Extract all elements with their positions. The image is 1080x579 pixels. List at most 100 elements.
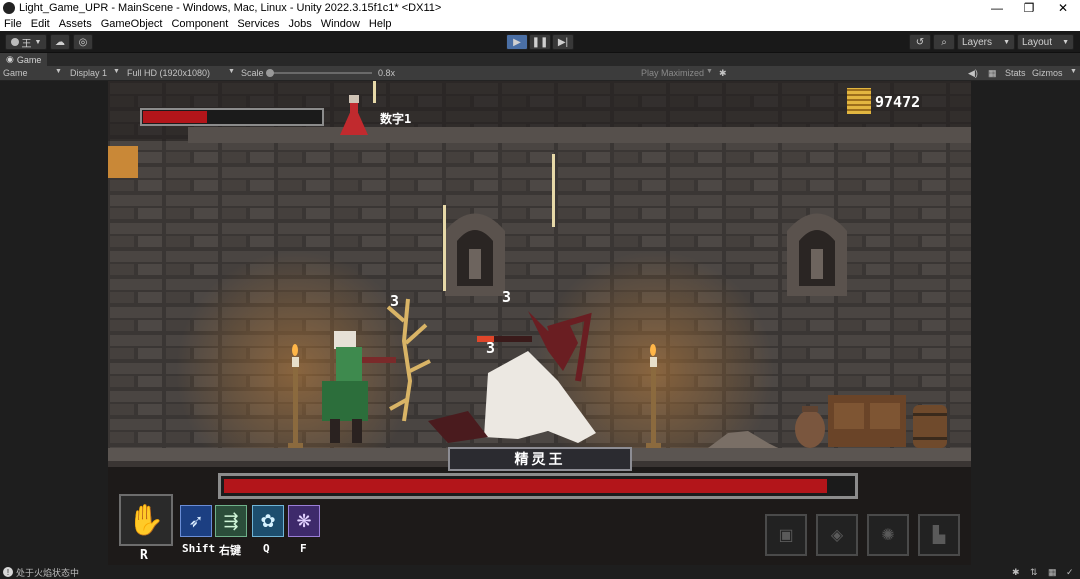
account-icon (10, 38, 19, 46)
search-button[interactable]: ⌕ (933, 34, 955, 50)
cloud-icon: ☁ (55, 36, 65, 48)
network-icon[interactable]: ⇅ (1030, 567, 1038, 578)
chest-icon: ▣ (778, 527, 794, 544)
menu-jobs[interactable]: Jobs (289, 18, 312, 30)
tab-game[interactable]: ◉ Game (0, 53, 48, 66)
layers-label: Layers (962, 36, 993, 48)
damage-number: 3 (390, 292, 400, 310)
menu-assets[interactable]: Assets (59, 18, 92, 30)
chevron-down-icon: ▼ (1003, 38, 1010, 46)
title-bar: Light_Game_UPR - MainScene - Windows, Ma… (0, 0, 1080, 16)
skill-slot-shift[interactable]: ➶ (180, 505, 212, 537)
audio-icon[interactable]: ◀) (968, 68, 978, 79)
window-title: Light_Game_UPR - MainScene - Windows, Ma… (19, 2, 442, 14)
menu-services[interactable]: Services (237, 18, 279, 30)
minimize-button[interactable]: — (980, 0, 1014, 16)
step-button[interactable]: ▶| (552, 34, 574, 50)
game-scene[interactable]: 数字1 97472 3 3 3 精灵王 ✋ R ➶ Shift ⇶ 右键 ✿ Q… (108, 81, 971, 565)
skill-key-q: Q (263, 542, 270, 555)
skill-slot-q[interactable]: ✿ (252, 505, 284, 537)
skill-slot-f[interactable]: ❋ (288, 505, 320, 537)
game-view-bar: Game ▼ Display 1 ▼ Full HD (1920x1080) ▼… (0, 66, 1080, 81)
menu-component[interactable]: Component (171, 18, 228, 30)
play-maximized-toggle[interactable]: Play Maximized (641, 68, 704, 78)
gamepad-icon: ◉ (6, 54, 14, 64)
enemy-health-bar (477, 336, 532, 342)
pause-button[interactable]: ❚❚ (529, 34, 551, 50)
skill-slot-r[interactable]: ✋ (119, 494, 173, 546)
amulet-icon: ◈ (830, 527, 844, 544)
boss-name-plate: 精灵王 (448, 447, 632, 471)
close-button[interactable]: ✕ (1046, 0, 1080, 16)
skill-key-r: R (140, 548, 148, 563)
game-viewport[interactable]: 数字1 97472 3 3 3 精灵王 ✋ R ➶ Shift ⇶ 右键 ✿ Q… (0, 81, 1080, 565)
history-button[interactable]: ↺ (909, 34, 931, 50)
cloud-button[interactable]: ☁ (50, 34, 70, 50)
wall-niche-left (445, 213, 505, 296)
scale-value: 0.8x (378, 68, 396, 78)
equipment-slot-relic[interactable]: ✺ (867, 514, 909, 556)
skill-slot-right-click[interactable]: ⇶ (215, 505, 247, 537)
boss-health-frame (218, 473, 858, 499)
wall-niche-right (787, 213, 847, 296)
history-icon: ↺ (915, 36, 925, 48)
equipment-slot-chest[interactable]: ▣ (765, 514, 807, 556)
main-toolbar: 王 ▼ ☁ ◎ ▶ ❚❚ ▶| ↺ ⌕ Layers ▼ Layout ▼ (0, 31, 1080, 53)
check-icon[interactable]: ✓ (1066, 567, 1074, 578)
resolution-select[interactable]: Full HD (1920x1080) (127, 68, 210, 78)
package-icon[interactable]: ▦ (1048, 567, 1057, 578)
skill-key-shift: Shift (182, 542, 216, 555)
tab-bar: ◉ Game (0, 53, 1080, 66)
water-spirit-icon: ✿ (260, 510, 276, 531)
play-icon: ▶ (513, 36, 521, 48)
scale-slider[interactable] (266, 69, 372, 77)
boots-icon: ▙ (932, 527, 946, 544)
unity-logo-icon (3, 2, 15, 14)
gizmos-button[interactable]: Gizmos (1032, 68, 1063, 78)
maximize-button[interactable]: ❐ (1012, 0, 1046, 16)
view-select[interactable]: Game (3, 68, 28, 78)
player-health-fill (143, 111, 207, 123)
layout-dropdown[interactable]: Layout ▼ (1017, 34, 1074, 50)
arrow-volley-icon: ⇶ (223, 510, 239, 531)
menu-window[interactable]: Window (321, 18, 360, 30)
equipment-slot-boots[interactable]: ▙ (918, 514, 960, 556)
equipment-slot-amulet[interactable]: ◈ (816, 514, 858, 556)
chevron-down-icon: ▼ (1062, 38, 1069, 46)
stats-button[interactable]: Stats (1005, 68, 1026, 78)
layers-dropdown[interactable]: Layers ▼ (957, 34, 1015, 50)
shadow-burst-icon: ❋ (296, 510, 312, 531)
chevron-down-icon: ▼ (113, 68, 120, 75)
barrel (913, 405, 947, 448)
play-button[interactable]: ▶ (506, 34, 528, 50)
debug-icon[interactable]: ✱ (1012, 567, 1020, 578)
account-dropdown[interactable]: 王 ▼ (5, 34, 47, 50)
wooden-cabinet (828, 395, 906, 447)
light-streak (373, 81, 376, 103)
menu-gameobject[interactable]: GameObject (101, 18, 163, 30)
chevron-down-icon: ▼ (1070, 68, 1077, 75)
wall-ledge (188, 127, 971, 143)
grid-icon[interactable]: ▦ (988, 68, 997, 79)
skill-key-right-click: 右键 (219, 544, 241, 557)
tab-game-label: Game (16, 54, 42, 65)
menu-edit[interactable]: Edit (31, 18, 50, 30)
display-select[interactable]: Display 1 (70, 68, 107, 78)
coin-count: 97472 (875, 93, 921, 111)
bug-icon[interactable]: ✱ (719, 68, 727, 79)
left-doorway (108, 146, 138, 178)
chevron-down-icon: ▼ (228, 68, 235, 75)
collab-button[interactable]: ◎ (73, 34, 93, 50)
step-icon: ▶| (557, 36, 569, 48)
boss-name: 精灵王 (514, 452, 566, 468)
menu-file[interactable]: File (4, 18, 22, 30)
scale-slider-thumb[interactable] (266, 69, 274, 77)
enemy-health-fill (477, 336, 494, 342)
menu-bar: File Edit Assets GameObject Component Se… (0, 16, 1080, 31)
player-health-frame (140, 108, 324, 126)
menu-help[interactable]: Help (369, 18, 392, 30)
health-potion-icon[interactable] (337, 95, 371, 137)
chevron-down-icon: ▼ (34, 38, 42, 46)
relic-icon: ✺ (881, 527, 895, 544)
status-message: 处于火焰状态中 (16, 567, 80, 578)
